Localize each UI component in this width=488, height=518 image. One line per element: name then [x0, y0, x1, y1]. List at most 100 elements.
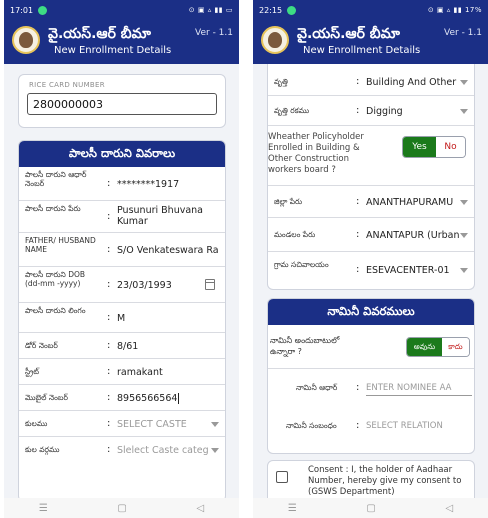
caste-row[interactable]: కులము : SELECT CASTE	[19, 411, 225, 437]
secretariat-select[interactable]: ESEVACENTER-01	[366, 265, 458, 276]
policyholder-details-card: వృత్తి : Building And Other వృత్తి రకము …	[267, 64, 475, 290]
district-select[interactable]: ANANTHAPURAMU	[366, 197, 458, 208]
occupation-type-row[interactable]: వృత్తి రకము : Digging	[268, 96, 474, 126]
aadhar-row: పాలసీ దారుని ఆధార్ నెంబర్ : ********1917	[19, 167, 225, 201]
nominee-aadhar-label: నామినీ ఆధార్	[296, 383, 338, 392]
status-bar: 22:15 ⊙ ▣ ▵ ▮▮ 17%	[253, 0, 488, 20]
district-row[interactable]: జిల్లా పేరు : ANANTHAPURAMU	[268, 186, 474, 218]
caste-select[interactable]: SELECT CASTE	[117, 419, 187, 430]
dob-label: పాలసీ దారుని DOB (dd-mm -yyyy)	[25, 270, 86, 288]
yes-button[interactable]: అవును	[407, 338, 442, 356]
occupation-select[interactable]: Building And Other	[366, 77, 458, 88]
app-subtitle: New Enrollment Details	[54, 45, 172, 56]
chevron-down-icon[interactable]	[460, 80, 468, 85]
home-nav-icon[interactable]: ▢	[366, 503, 375, 514]
name-label: పాలసీ దారుని పేరు	[25, 204, 81, 213]
back-nav-icon[interactable]: ◁	[196, 503, 204, 514]
menu-nav-icon[interactable]: ☰	[288, 503, 297, 514]
nominee-relation-select[interactable]: SELECT RELATION	[366, 421, 472, 431]
app-title: వై.యస్.ఆర్ బీమా	[297, 26, 400, 42]
door-number-row: డోర్ నెంబర్ : 8/61	[19, 333, 225, 359]
chevron-down-icon[interactable]	[211, 448, 219, 453]
status-time: 22:15	[259, 5, 283, 15]
aadhar-label: పాలసీ దారుని ఆధార్ నెంబర్	[25, 170, 87, 188]
app-subtitle: New Enrollment Details	[303, 45, 421, 56]
back-nav-icon[interactable]: ◁	[445, 503, 453, 514]
app-header: వై.యస్.ఆర్ బీమా New Enrollment Details V…	[253, 20, 488, 64]
occupation-row[interactable]: వృత్తి : Building And Other	[268, 68, 474, 96]
no-button[interactable]: కాదు	[441, 338, 469, 356]
consent-checkbox[interactable]	[276, 471, 288, 483]
chevron-down-icon[interactable]	[460, 268, 468, 273]
nominee-relation-row[interactable]: నామినీ సంబంధం : SELECT RELATION	[268, 409, 474, 449]
policyholder-details-card: పాలసీ దారుని వివరాలు పాలసీ దారుని ఆధార్ …	[18, 140, 226, 502]
gender-row: పాలసీ దారుని లింగం : M	[19, 303, 225, 333]
rice-card-input[interactable]: 2800000003	[27, 93, 217, 115]
version-label: Ver - 1.1	[444, 28, 482, 38]
left-screen: 17:01 ⊙ ▣ ▵ ▮▮ ▭ వై.యస్.ఆర్ బీమా New Enr…	[4, 0, 239, 518]
mandal-select[interactable]: ANANTAPUR (Urban	[366, 230, 462, 241]
status-time: 17:01	[10, 5, 34, 15]
nominee-available-toggle[interactable]: అవును కాదు	[406, 337, 470, 357]
menu-nav-icon[interactable]: ☰	[39, 503, 48, 514]
mobile-label: మొబైల్ నెంబర్	[25, 393, 68, 402]
mobile-row: మొబైల్ నెంబర్ : 8956566564	[19, 385, 225, 411]
status-icons: ⊙ ▣ ▵ ▮▮ ▭	[188, 6, 233, 14]
chevron-down-icon[interactable]	[211, 422, 219, 427]
secretariat-label: గ్రామ సచివాలయం	[274, 260, 329, 269]
nominee-relation-label: నామినీ సంబంధం	[286, 421, 337, 430]
app-header: వై.యస్.ఆర్ బీమా New Enrollment Details V…	[4, 20, 239, 64]
welfare-board-question: Wheather Policyholder Enrolled in Buildi…	[268, 132, 364, 175]
street-label: స్ట్రీట్	[25, 367, 40, 376]
leader-portrait-icon	[268, 32, 282, 48]
policyholder-section-title: పాలసీ దారుని వివరాలు	[19, 141, 225, 167]
mobile-input[interactable]: 8956566564	[117, 393, 180, 404]
app-logo	[261, 26, 289, 54]
version-label: Ver - 1.1	[195, 28, 233, 38]
caste-label: కులము	[25, 419, 48, 428]
status-bar: 17:01 ⊙ ▣ ▵ ▮▮ ▭	[4, 0, 239, 20]
status-icons: ⊙ ▣ ▵ ▮▮ 17%	[427, 6, 482, 14]
no-button[interactable]: No	[435, 137, 465, 157]
whatsapp-icon	[287, 5, 297, 15]
occupation-label: వృత్తి	[274, 77, 288, 86]
welfare-board-toggle[interactable]: Yes No	[402, 136, 466, 158]
nominee-available-row: నామినీ అందుబాటులో ఉన్నారా ? అవును కాదు	[268, 325, 474, 369]
whatsapp-icon	[38, 5, 48, 15]
caste-category-row[interactable]: కుల వర్గము : Slelect Caste categ	[19, 437, 225, 463]
caste-category-select[interactable]: Slelect Caste categ	[117, 445, 213, 456]
street-value: ramakant	[117, 367, 163, 378]
gender-value: M	[117, 313, 126, 324]
yes-button[interactable]: Yes	[403, 137, 436, 157]
app-title: వై.యస్.ఆర్ బీమా	[48, 26, 151, 42]
rice-card-section: RICE CARD NUMBER 2800000003	[18, 74, 226, 128]
system-nav-bar: ☰ ▢ ◁	[4, 498, 239, 518]
chevron-down-icon[interactable]	[460, 200, 468, 205]
door-number-label: డోర్ నెంబర్	[25, 341, 58, 350]
nominee-details-card: నామినీ వివరములు నామినీ అందుబాటులో ఉన్నార…	[267, 298, 475, 454]
nominee-aadhar-row: నామినీ ఆధార్ : ENTER NOMINEE AA	[268, 369, 474, 409]
home-nav-icon[interactable]: ▢	[117, 503, 126, 514]
calendar-icon[interactable]	[205, 279, 215, 290]
name-row: పాలసీ దారుని పేరు : Pusunuri Bhuvana Kum…	[19, 201, 225, 233]
father-name-row: FATHER/ HUSBAND NAME : S/O Venkateswara …	[19, 233, 225, 267]
chevron-down-icon[interactable]	[460, 233, 468, 238]
nominee-aadhar-input[interactable]: ENTER NOMINEE AA	[366, 383, 472, 396]
secretariat-row[interactable]: గ్రామ సచివాలయం : ESEVACENTER-01	[268, 252, 474, 288]
right-screen: 22:15 ⊙ ▣ ▵ ▮▮ 17% వై.యస్.ఆర్ బీమా New E…	[253, 0, 488, 518]
door-number-value: 8/61	[117, 341, 139, 352]
nominee-available-question: నామినీ అందుబాటులో ఉన్నారా ?	[270, 336, 340, 356]
occupation-type-select[interactable]: Digging	[366, 106, 403, 117]
aadhar-value: ********1917	[117, 179, 180, 190]
chevron-down-icon[interactable]	[460, 109, 468, 114]
occupation-type-label: వృత్తి రకము	[274, 106, 310, 115]
nominee-section-title: నామినీ వివరములు	[268, 299, 474, 325]
caste-category-label: కుల వర్గము	[25, 445, 60, 454]
dob-row: పాలసీ దారుని DOB (dd-mm -yyyy) : 23/03/1…	[19, 267, 225, 303]
mandal-row[interactable]: మండలం పేరు : ANANTAPUR (Urban	[268, 218, 474, 252]
mandal-label: మండలం పేరు	[274, 230, 316, 239]
district-label: జిల్లా పేరు	[274, 197, 303, 206]
leader-portrait-icon	[19, 32, 33, 48]
dob-value: 23/03/1993	[117, 280, 172, 291]
system-nav-bar: ☰ ▢ ◁	[253, 498, 488, 518]
